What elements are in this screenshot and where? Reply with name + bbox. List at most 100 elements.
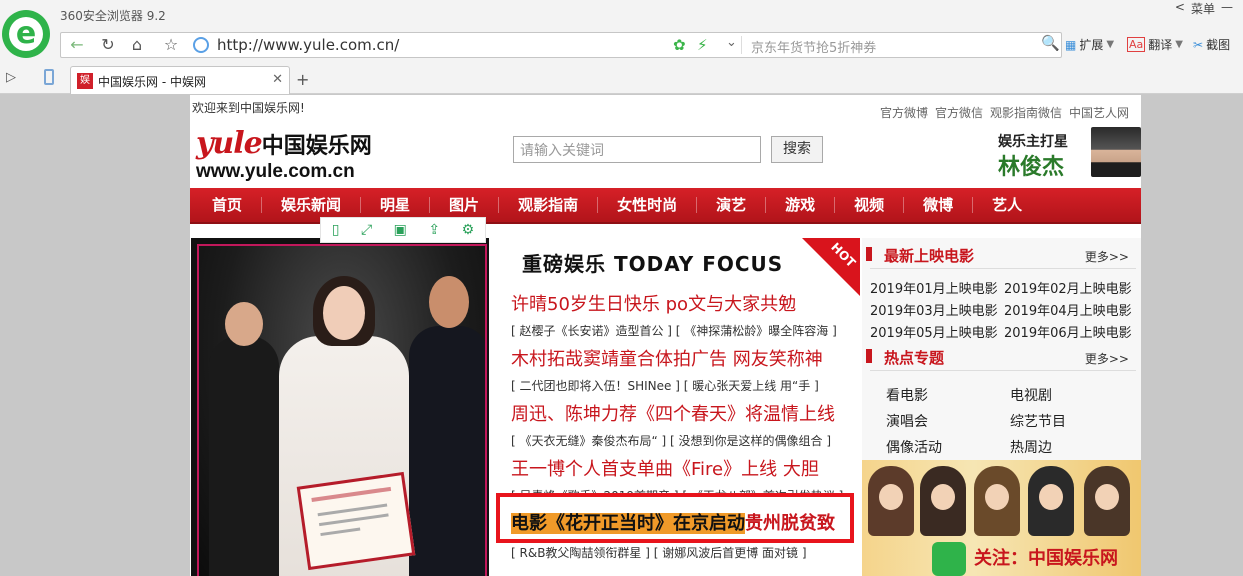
nav-item-photos[interactable]: 图片 bbox=[430, 197, 500, 213]
copy-icon[interactable]: ▯ bbox=[332, 222, 340, 238]
focus-sub-3[interactable]: [ 《天衣无缝》秦俊杰布局“ ] [ 没想到你是这样的偶像组合 ] bbox=[511, 432, 831, 449]
speed-mode-icon[interactable]: ⚡ bbox=[697, 36, 708, 54]
photo-image bbox=[197, 244, 487, 576]
promo-line1: 娱乐主打星 bbox=[998, 134, 1068, 150]
minimize-button[interactable]: — bbox=[1221, 0, 1233, 18]
back-arrow-icon[interactable]: ← bbox=[63, 33, 91, 57]
topic-link[interactable]: 电视剧 bbox=[1010, 385, 1134, 405]
movie-link[interactable]: 2019年01月上映电影 bbox=[870, 278, 1004, 297]
banner-person bbox=[868, 466, 914, 536]
nav-item-news[interactable]: 娱乐新闻 bbox=[262, 197, 362, 213]
nav-item-performance[interactable]: 演艺 bbox=[697, 197, 767, 213]
nav-item-weibo[interactable]: 微博 bbox=[904, 197, 974, 213]
address-row: ← ↻ ⌂ ☆ http://www.yule.com.cn/ ✿ ⚡ ⌄ 京东… bbox=[60, 32, 1243, 58]
nav-item-games[interactable]: 游戏 bbox=[766, 197, 836, 213]
topic-link[interactable]: 偶像活动 bbox=[886, 437, 1010, 457]
close-icon[interactable]: ✕ bbox=[272, 72, 283, 87]
movie-link[interactable]: 2019年03月上映电影 bbox=[870, 300, 1004, 319]
promo-line2: 林俊杰 bbox=[998, 155, 1065, 180]
nav-item-stars[interactable]: 明星 bbox=[361, 197, 431, 213]
focus-sub-5[interactable]: [ R&B教父陶喆领衔群星 ] [ 谢娜风波后首更博 面对镜 ] bbox=[511, 544, 807, 561]
latest-movies-header: 最新上映电影 更多>> bbox=[862, 240, 1141, 270]
chevron-down-icon: ▼ bbox=[1106, 39, 1115, 50]
focus-headline-2[interactable]: 木村拓哉窦靖童合体拍广告 网友笑称神 bbox=[511, 345, 823, 371]
promo-photo bbox=[1091, 127, 1141, 177]
security-shield-icon[interactable]: ✿ bbox=[673, 36, 686, 54]
top-bar: 欢迎来到中国娱乐网! 官方微博 官方微信 观影指南微信 中国艺人网 bbox=[190, 95, 1141, 125]
topic-link[interactable]: 热周边 bbox=[1010, 437, 1134, 457]
browser-menu-button[interactable]: 菜单 bbox=[1191, 0, 1215, 18]
browser-logo-icon: e bbox=[2, 10, 50, 58]
url-field[interactable]: http://www.yule.com.cn/ bbox=[217, 36, 399, 54]
screenshot-label: 截图 bbox=[1206, 38, 1231, 52]
nav-item-video[interactable]: 视频 bbox=[835, 197, 905, 213]
tab-strip: ▷ 娱 中国娱乐网 - 中娱网 ✕ + bbox=[0, 64, 1243, 94]
sidebar-toggle-icon[interactable]: ▷ bbox=[6, 70, 16, 85]
nav-item-fashion[interactable]: 女性时尚 bbox=[598, 197, 698, 213]
search-icon[interactable]: 🔍 bbox=[1041, 34, 1060, 52]
browser-search-input[interactable]: 京东年货节抢5折神券 bbox=[751, 37, 876, 56]
share-icon[interactable]: ⇪ bbox=[428, 222, 440, 238]
movie-list: 2019年01月上映电影 2019年02月上映电影 2019年03月上映电影 2… bbox=[870, 278, 1136, 341]
focus-sub-1[interactable]: [ 赵樱子《长安诺》造型首公 ] [ 《神探蒲松龄》曝全阵容海 ] bbox=[511, 322, 837, 339]
divider bbox=[870, 268, 1136, 269]
person-left bbox=[209, 302, 279, 576]
translate-button[interactable]: Aa 翻译 ▼ bbox=[1127, 36, 1183, 53]
focus-headline-4[interactable]: 王一博个人首支单曲《Fire》上线 大胆 bbox=[511, 455, 819, 481]
today-focus: 重磅娱乐 TODAY FOCUS HOT 许晴50岁生日快乐 po文与大家共勉 … bbox=[493, 238, 860, 576]
hot-topics-title: 热点专题 bbox=[884, 349, 945, 367]
hot-topics-header: 热点专题 更多>> bbox=[862, 342, 1141, 372]
focus-headline-5[interactable]: 电影《花开正当时》在京启动贵州脱贫致 bbox=[511, 509, 835, 535]
top-link-guide-wechat[interactable]: 观影指南微信 bbox=[990, 104, 1062, 121]
section-marker bbox=[866, 247, 872, 261]
screenshot-button[interactable]: ✂ 截图 bbox=[1193, 36, 1230, 53]
window-back-button[interactable]: < bbox=[1175, 0, 1185, 18]
tab-active[interactable]: 娱 中国娱乐网 - 中娱网 ✕ bbox=[70, 66, 290, 94]
save-icon[interactable]: ▣ bbox=[394, 222, 407, 238]
movie-link[interactable]: 2019年02月上映电影 bbox=[1004, 278, 1136, 297]
latest-movies-title: 最新上映电影 bbox=[884, 247, 975, 265]
feature-photo[interactable] bbox=[191, 238, 489, 576]
logo-yule: yule bbox=[196, 126, 263, 161]
focus-sub-2[interactable]: [ 二代团也即将入伍！SHINee ] [ 暖心张天爱上线 用“手 ] bbox=[511, 377, 819, 394]
banner-text: 关注：中国娱乐网 bbox=[974, 548, 1118, 569]
promo-banner[interactable]: 娱乐主打星 林俊杰 bbox=[996, 127, 1141, 180]
scissors-icon: ✂ bbox=[1193, 37, 1204, 52]
address-bar[interactable]: ← ↻ ⌂ ☆ http://www.yule.com.cn/ ✿ ⚡ ⌄ 京东… bbox=[60, 32, 1062, 58]
chevron-down-icon[interactable]: ⌄ bbox=[726, 35, 737, 50]
top-link-wechat[interactable]: 官方微信 bbox=[935, 104, 983, 121]
banner-person bbox=[1028, 466, 1074, 536]
tab-title: 中国娱乐网 - 中娱网 bbox=[98, 75, 206, 89]
latest-movies-more-link[interactable]: 更多>> bbox=[1085, 248, 1129, 265]
expand-icon[interactable]: ⤢ bbox=[361, 222, 372, 238]
nav-item-movie-guide[interactable]: 观影指南 bbox=[499, 197, 599, 213]
section-marker bbox=[866, 349, 872, 363]
movie-link[interactable]: 2019年05月上映电影 bbox=[870, 322, 1004, 341]
site-logo[interactable]: yule中国娱乐网 www.yule.com.cn bbox=[196, 129, 372, 183]
topic-link[interactable]: 综艺节目 bbox=[1010, 411, 1134, 431]
phone-icon[interactable] bbox=[44, 69, 54, 85]
gear-icon[interactable]: ⚙ bbox=[462, 222, 475, 238]
hot-topics-more-link[interactable]: 更多>> bbox=[1085, 350, 1129, 367]
reload-icon[interactable]: ↻ bbox=[94, 33, 122, 57]
focus-headline-1[interactable]: 许晴50岁生日快乐 po文与大家共勉 bbox=[511, 290, 796, 316]
home-icon[interactable]: ⌂ bbox=[123, 33, 151, 57]
extend-button[interactable]: ▦ 扩展 ▼ bbox=[1065, 36, 1114, 53]
right-column: 最新上映电影 更多>> 2019年01月上映电影 2019年02月上映电影 20… bbox=[862, 238, 1141, 576]
top-link-artist[interactable]: 中国艺人网 bbox=[1069, 104, 1129, 121]
topic-list: 看电影 电视剧 演唱会 综艺节目 偶像活动 热周边 bbox=[886, 385, 1136, 457]
topic-link[interactable]: 演唱会 bbox=[886, 411, 1010, 431]
nav-item-home[interactable]: 首页 bbox=[193, 197, 263, 213]
focus-headline-3[interactable]: 周迅、陈坤力荐《四个春天》将温情上线 bbox=[511, 400, 835, 426]
top-link-weibo[interactable]: 官方微博 bbox=[880, 104, 928, 121]
movie-link[interactable]: 2019年06月上映电影 bbox=[1004, 322, 1136, 341]
follow-banner[interactable]: 关注：中国娱乐网 bbox=[862, 460, 1141, 576]
new-tab-icon[interactable]: + bbox=[296, 70, 309, 89]
site-search-input[interactable]: 请输入关键词 bbox=[513, 136, 761, 163]
extend-label: 扩展 bbox=[1079, 38, 1104, 52]
nav-item-artists[interactable]: 艺人 bbox=[973, 197, 1041, 213]
movie-link[interactable]: 2019年04月上映电影 bbox=[1004, 300, 1136, 319]
star-icon[interactable]: ☆ bbox=[157, 33, 185, 57]
site-search-button[interactable]: 搜索 bbox=[771, 136, 823, 163]
topic-link[interactable]: 看电影 bbox=[886, 385, 1010, 405]
